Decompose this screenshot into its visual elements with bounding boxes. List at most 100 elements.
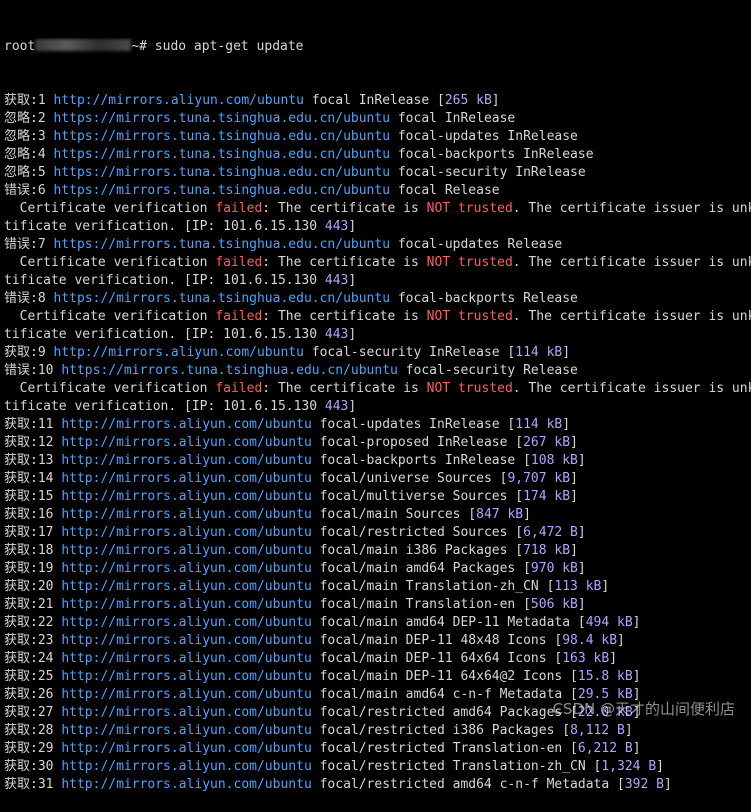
entry-size: 114 kB [515,417,563,432]
entry-text: focal-updates InRelease [319,417,500,432]
entry-label: 获取:19 [4,561,54,576]
entry-text: focal/multiverse Sources [319,489,508,504]
entry-size: 113 kB [554,579,602,594]
cert-error-port: 443 [324,399,349,414]
cert-error-line: Certificate verification failed: The cer… [4,380,751,398]
cert-error-ip: 101.6.15.130 [223,327,318,342]
entry-size: 8,112 B [570,723,625,738]
log-entry: 获取:23 http://mirrors.aliyun.com/ubuntu f… [4,633,625,648]
entry-text: focal/restricted Sources [319,525,508,540]
entry-url: http://mirrors.aliyun.com/ubuntu [61,723,312,738]
log-entry: 错误:7 https://mirrors.tuna.tsinghua.edu.c… [4,236,751,254]
log-entry: 获取:29 http://mirrors.aliyun.com/ubuntu f… [4,741,641,756]
cert-error-not: NOT [426,201,451,216]
entry-size: 1,324 B [601,759,657,774]
entry-url: http://mirrors.aliyun.com/ubuntu [61,651,312,666]
entry-text: focal Release [397,183,500,198]
entry-text: focal/restricted Translation-zh_CN [319,759,586,774]
log-entry: 忽略:4 https://mirrors.tuna.tsinghua.edu.c… [4,146,751,164]
entry-label: 获取:18 [4,543,54,558]
prompt-user: root [4,39,36,54]
entry-text: focal-security Release [405,363,578,378]
entry-text: focal/restricted i386 Packages [319,723,555,738]
log-entry: 获取:11 http://mirrors.aliyun.com/ubuntu f… [4,417,571,432]
entry-text: focal/main Sources [319,507,461,522]
entry-url: http://mirrors.aliyun.com/ubuntu [61,597,312,612]
entry-url: https://mirrors.tuna.tsinghua.edu.cn/ubu… [53,237,391,252]
entry-text: focal-backports InRelease [397,147,594,162]
entry-text: focal/universe Sources [319,471,492,486]
entry-url: http://mirrors.aliyun.com/ubuntu [61,669,312,684]
entry-text: focal InRelease [397,111,516,126]
entry-text: focal/main amd64 Packages [319,561,516,576]
cert-error-tail: . The certificate issuer is unk [512,255,751,270]
log-entry: 获取:9 http://mirrors.aliyun.com/ubuntu fo… [4,345,571,360]
redacted-hostname [35,39,132,51]
cert-error-lead: Certificate verification [4,309,216,324]
watermark: CSDN @天才的山间便利店 [552,700,735,718]
entry-text: focal/main DEP-11 64x64@2 Icons [319,669,563,684]
entry-url: http://mirrors.aliyun.com/ubuntu [61,561,312,576]
entry-url: http://mirrors.aliyun.com/ubuntu [61,615,312,630]
log-entry: 获取:12 http://mirrors.aliyun.com/ubuntu f… [4,435,578,450]
log-entry: 获取:17 http://mirrors.aliyun.com/ubuntu f… [4,525,586,540]
entry-url: http://mirrors.aliyun.com/ubuntu [53,345,304,360]
entry-label: 获取:24 [4,651,54,666]
cert-error-wrap-end: ] [348,219,357,234]
entry-url: http://mirrors.aliyun.com/ubuntu [61,759,312,774]
entry-label: 获取:26 [4,687,54,702]
cert-error-ip: 101.6.15.130 [223,219,318,234]
log-entry: 获取:28 http://mirrors.aliyun.com/ubuntu f… [4,723,633,738]
cert-error-ip: 101.6.15.130 [223,399,318,414]
entry-url: https://mirrors.tuna.tsinghua.edu.cn/ubu… [53,129,391,144]
log-entry: 获取:18 http://mirrors.aliyun.com/ubuntu f… [4,543,578,558]
cert-error-wrap-end: ] [348,327,357,342]
log-entry: 忽略:3 https://mirrors.tuna.tsinghua.edu.c… [4,128,751,146]
entry-url: https://mirrors.tuna.tsinghua.edu.cn/ubu… [53,183,391,198]
entry-url: http://mirrors.aliyun.com/ubuntu [61,507,312,522]
entry-url: https://mirrors.tuna.tsinghua.edu.cn/ubu… [61,363,398,378]
entry-text: focal/main Translation-zh_CN [319,579,539,594]
entry-url: http://mirrors.aliyun.com/ubuntu [61,489,312,504]
cert-error-wrap-line: tificate verification. [IP: 101.6.15.130… [4,326,751,344]
entry-text: focal-proposed InRelease [319,435,508,450]
entry-text: focal-updates Release [397,237,563,252]
log-entry: 获取:31 http://mirrors.aliyun.com/ubuntu f… [4,777,672,792]
entry-label: 错误:8 [4,291,46,306]
log-entry: 获取:15 http://mirrors.aliyun.com/ubuntu f… [4,489,578,504]
entry-label: 错误:7 [4,237,46,252]
log-entry: 获取:22 http://mirrors.aliyun.com/ubuntu f… [4,615,641,630]
entry-label: 错误:6 [4,183,46,198]
cert-error-failed: failed [215,201,263,216]
cert-error-lead: Certificate verification [4,201,216,216]
entry-label: 获取:1 [4,93,46,108]
cert-error-port: 443 [324,219,349,234]
entry-label: 获取:25 [4,669,54,684]
log-entry: 获取:14 http://mirrors.aliyun.com/ubuntu f… [4,471,578,486]
log-entry: 获取:1 http://mirrors.aliyun.com/ubuntu fo… [4,93,500,108]
terminal-output[interactable]: root ~# sudo apt-get update 获取:1 http://m… [0,0,751,812]
cert-error-failed: failed [215,381,263,396]
entry-url: http://mirrors.aliyun.com/ubuntu [61,543,312,558]
entry-label: 获取:14 [4,471,54,486]
log-entry: 获取:16 http://mirrors.aliyun.com/ubuntu f… [4,507,531,522]
cert-error-wrap-line: tificate verification. [IP: 101.6.15.130… [4,398,751,416]
entry-url: http://mirrors.aliyun.com/ubuntu [61,705,312,720]
cert-error-mid: : The certificate is [262,201,427,216]
entry-url: http://mirrors.aliyun.com/ubuntu [61,471,312,486]
entry-size: 847 kB [476,507,524,522]
cert-error-wrap-line: tificate verification. [IP: 101.6.15.130… [4,272,751,290]
entry-text: focal-security InRelease [397,165,586,180]
entry-label: 获取:13 [4,453,54,468]
cert-error-line: Certificate verification failed: The cer… [4,254,751,272]
cert-error-lead: Certificate verification [4,381,216,396]
apt-log: 获取:1 http://mirrors.aliyun.com/ubuntu fo… [4,92,751,794]
entry-label: 忽略:4 [4,147,46,162]
log-entry: 获取:19 http://mirrors.aliyun.com/ubuntu f… [4,561,586,576]
entry-label: 获取:16 [4,507,54,522]
entry-label: 获取:20 [4,579,54,594]
entry-size: 265 kB [444,93,492,108]
entry-text: focal/main i386 Packages [319,543,508,558]
log-entry: 获取:20 http://mirrors.aliyun.com/ubuntu f… [4,579,610,594]
entry-url: http://mirrors.aliyun.com/ubuntu [53,93,304,108]
